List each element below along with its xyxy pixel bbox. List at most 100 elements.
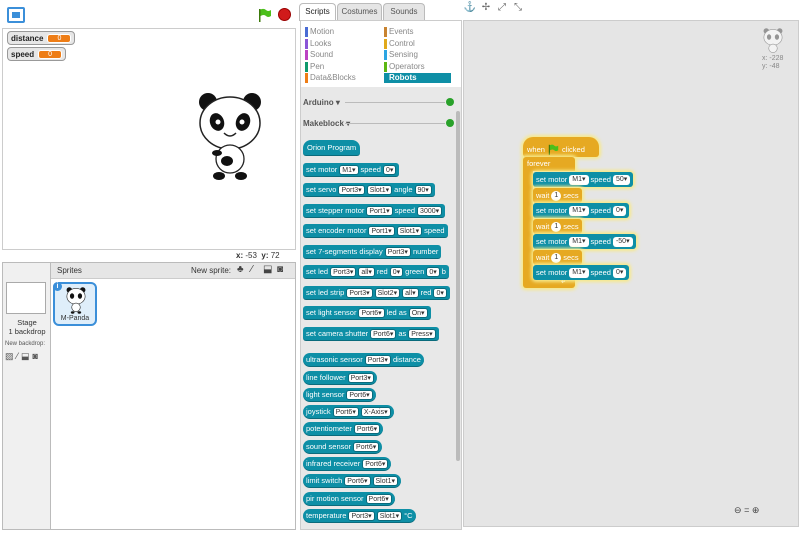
block-dropdown[interactable]: 0▾: [433, 287, 447, 298]
paint-backdrop-icon[interactable]: ▨: [5, 351, 14, 362]
block-dropdown[interactable]: Port3▾: [384, 246, 411, 257]
camera-sprite-icon[interactable]: ◙: [277, 264, 283, 275]
grow-icon[interactable]: ⤢: [495, 2, 509, 16]
block-set-servo[interactable]: set servo Port3▾ Slot1▾ angle 90▾: [303, 183, 435, 197]
script-wait[interactable]: wait 1 secs: [533, 219, 582, 234]
presentation-mode-icon[interactable]: [7, 7, 25, 23]
tab-costumes[interactable]: Costumes: [337, 3, 382, 20]
block-dropdown[interactable]: On▾: [408, 307, 428, 318]
block-dropdown[interactable]: Slot1▾: [396, 225, 423, 236]
block-dropdown[interactable]: 50▾: [612, 174, 631, 185]
block-dropdown[interactable]: Port6▾: [353, 441, 380, 452]
reporter-joystick[interactable]: joystick Port6▾ X-Axis▾: [303, 405, 394, 419]
block-dropdown[interactable]: Port3▾: [348, 510, 375, 521]
block-set-camera-shutter[interactable]: set camera shutter Port6▾ as Press▾: [303, 327, 439, 341]
block-dropdown[interactable]: Port6▾: [370, 328, 397, 339]
category-looks[interactable]: Looks: [305, 39, 331, 49]
block-dropdown[interactable]: 3000▾: [417, 205, 443, 216]
block-set-7-segments-display[interactable]: set 7-segments display Port3▾ number: [303, 245, 442, 259]
script-set-motor[interactable]: set motor M1▾ speed -50▾: [533, 234, 636, 249]
category-control[interactable]: Control: [384, 39, 415, 49]
extension-makeblock[interactable]: Makeblock ▾: [303, 119, 350, 128]
block-dropdown[interactable]: 90▾: [414, 184, 432, 195]
reporter-light-sensor[interactable]: light sensor Port6▾: [303, 388, 376, 402]
zoom-in-icon[interactable]: ⊕: [752, 505, 760, 515]
shrink-icon[interactable]: ⤡: [511, 2, 525, 16]
stage-thumbnail[interactable]: [6, 282, 46, 314]
tab-sounds[interactable]: Sounds: [383, 3, 425, 20]
category-pen[interactable]: Pen: [305, 62, 324, 72]
info-icon[interactable]: i: [53, 282, 62, 291]
reporter-sound-sensor[interactable]: sound sensor Port6▾: [303, 440, 383, 454]
block-set-encoder-motor[interactable]: set encoder motor Port1▾ Slot1▾ speed: [303, 224, 448, 238]
script-wait[interactable]: wait 1 secs: [533, 250, 582, 265]
camera-backdrop-icon[interactable]: ◙: [33, 351, 38, 362]
block-dropdown[interactable]: Port6▾: [362, 458, 389, 469]
category-robots[interactable]: Robots: [384, 73, 451, 83]
block-dropdown[interactable]: M1▾: [339, 164, 359, 175]
block-dropdown[interactable]: Port3▾: [330, 266, 357, 277]
block-dropdown[interactable]: 0▾: [382, 164, 397, 175]
block-set-led-strip[interactable]: set led strip Port3▾ Slot2▾ all▾ red 0▾: [303, 286, 450, 300]
upload-backdrop-pencil-icon[interactable]: ⁄: [17, 351, 19, 362]
block-set-stepper-motor[interactable]: set stepper motor Port1▾ speed 3000▾: [303, 204, 446, 218]
hat-block-when-flag-clicked[interactable]: when clicked: [523, 137, 599, 157]
tab-scripts[interactable]: Scripts: [299, 3, 336, 21]
block-set-light-sensor[interactable]: set light sensor Port6▾ led as On▾: [303, 306, 431, 320]
block-dropdown[interactable]: Port6▾: [358, 307, 385, 318]
category-operators[interactable]: Operators: [384, 62, 425, 72]
block-dropdown[interactable]: Port1▾: [368, 225, 395, 236]
block-orion-program[interactable]: Orion Program: [303, 140, 361, 156]
block-dropdown[interactable]: Slot2▾: [374, 287, 401, 298]
block-dropdown[interactable]: -50▾: [612, 236, 633, 247]
block-dropdown[interactable]: all▾: [358, 266, 375, 277]
block-dropdown[interactable]: 0▾: [612, 205, 627, 216]
block-dropdown[interactable]: 0▾: [389, 266, 404, 277]
upload-sprite-icon[interactable]: ⬓: [263, 264, 272, 275]
block-dropdown[interactable]: all▾: [402, 287, 419, 298]
block-input[interactable]: 1: [551, 190, 562, 201]
block-dropdown[interactable]: M1▾: [569, 267, 589, 278]
block-dropdown[interactable]: Port6▾: [332, 406, 359, 417]
reporter-infrared-receiver[interactable]: infrared receiver Port6▾: [303, 457, 392, 471]
stop-icon[interactable]: [278, 8, 291, 21]
block-set-led[interactable]: set led Port3▾ all▾ red 0▾ green 0▾ b: [303, 265, 449, 279]
script-set-motor[interactable]: set motor M1▾ speed 0▾: [533, 203, 630, 218]
block-dropdown[interactable]: Press▾: [408, 328, 436, 339]
reporter-line-follower[interactable]: line follower Port3▾: [303, 371, 377, 385]
zoom-reset-icon[interactable]: =: [744, 505, 749, 515]
block-dropdown[interactable]: 0▾: [612, 267, 627, 278]
reporter-potentiometer[interactable]: potentiometer Port6▾: [303, 422, 384, 436]
category-events[interactable]: Events: [384, 27, 413, 37]
block-dropdown[interactable]: Slot1▾: [372, 475, 398, 486]
block-set-motor[interactable]: set motor M1▾ speed 0▾: [303, 163, 400, 177]
script-set-motor[interactable]: set motor M1▾ speed 50▾: [533, 172, 634, 187]
choose-sprite-icon[interactable]: ♣: [237, 264, 244, 275]
block-dropdown[interactable]: Port3▾: [346, 287, 373, 298]
block-dropdown[interactable]: Port6▾: [365, 493, 392, 504]
category-motion[interactable]: Motion: [305, 27, 334, 37]
panda-sprite[interactable]: [197, 89, 263, 181]
upload-backdrop-icon[interactable]: ⬓: [21, 351, 30, 362]
block-dropdown[interactable]: Port6▾: [344, 475, 371, 486]
category-data-blocks[interactable]: Data&Blocks: [305, 73, 356, 83]
category-sensing[interactable]: Sensing: [384, 50, 418, 60]
block-dropdown[interactable]: X-Axis▾: [360, 406, 391, 417]
scripts-area[interactable]: x: -228 y: -48 when clicked forever ↲ se…: [463, 20, 799, 527]
script-wait[interactable]: wait 1 secs: [533, 188, 582, 203]
script-set-motor[interactable]: set motor M1▾ speed 0▾: [533, 265, 630, 280]
zoom-out-icon[interactable]: ⊖: [734, 505, 742, 515]
block-dropdown[interactable]: Slot1▾: [366, 184, 393, 195]
green-flag-icon[interactable]: [258, 8, 272, 22]
stage[interactable]: distance 0 speed 0: [2, 28, 296, 250]
block-dropdown[interactable]: Slot1▾: [376, 510, 403, 521]
block-dropdown[interactable]: Port6▾: [353, 423, 381, 434]
extension-arduino[interactable]: Arduino ▾: [303, 98, 340, 107]
paint-sprite-icon[interactable]: ⁄: [251, 264, 253, 275]
block-dropdown[interactable]: Port1▾: [366, 205, 393, 216]
palette-scrollbar[interactable]: [456, 111, 460, 461]
cut-icon[interactable]: ✢: [479, 2, 493, 16]
reporter-ultrasonic-sensor[interactable]: ultrasonic sensor Port3▾ distance: [303, 353, 424, 367]
block-dropdown[interactable]: Port3▾: [338, 184, 365, 195]
block-input[interactable]: 1: [551, 221, 562, 232]
